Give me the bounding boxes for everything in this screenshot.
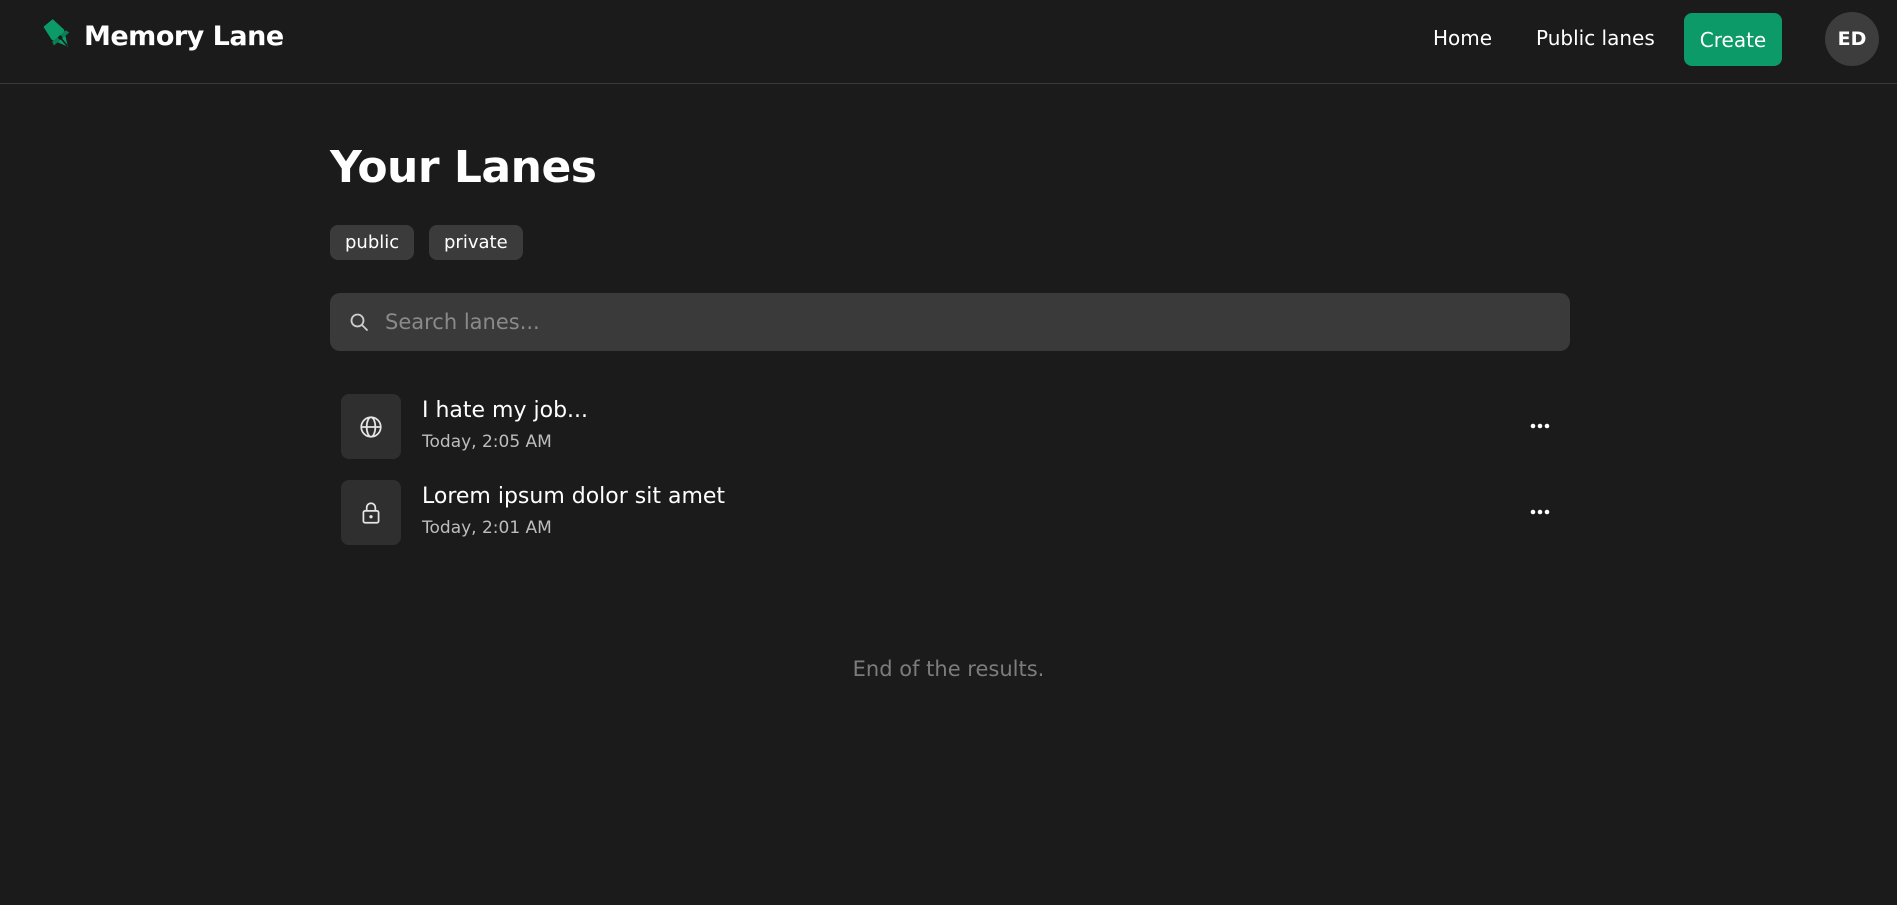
- lane-more-options-button[interactable]: [1520, 500, 1560, 524]
- lane-visibility-badge: [341, 480, 401, 545]
- lane-timestamp: Today, 2:01 AM: [422, 518, 552, 538]
- search-icon: [350, 313, 368, 331]
- lane-visibility-badge: [341, 394, 401, 459]
- top-navbar: Memory Lane Home Public lanes Create ED: [0, 0, 1897, 84]
- user-avatar[interactable]: ED: [1825, 12, 1879, 66]
- filter-chip-private[interactable]: private: [429, 225, 523, 260]
- search-bar: [330, 293, 1570, 351]
- nav-public-lanes-link[interactable]: Public lanes: [1536, 24, 1655, 52]
- lane-more-options-button[interactable]: [1520, 414, 1560, 438]
- filter-chip-public[interactable]: public: [330, 225, 415, 260]
- end-of-results-text: End of the results.: [852, 657, 1045, 681]
- brand-name: Memory Lane: [84, 20, 284, 52]
- create-button[interactable]: Create: [1684, 13, 1782, 66]
- lock-icon: [362, 501, 380, 524]
- page-title: Your Lanes: [330, 142, 597, 193]
- brand-logo-link[interactable]: Memory Lane: [40, 16, 284, 56]
- lane-list-item[interactable]: Lorem ipsum dolor sit amet Today, 2:01 A…: [330, 476, 1570, 550]
- search-input[interactable]: [385, 293, 1555, 351]
- lane-title: Lorem ipsum dolor sit amet: [422, 484, 726, 509]
- lane-title: I hate my job...: [422, 398, 589, 423]
- fountain-pen-icon: [43, 19, 70, 47]
- lane-list-item[interactable]: I hate my job... Today, 2:05 AM: [330, 390, 1570, 464]
- more-horizontal-icon: [1530, 423, 1550, 429]
- nav-home-link[interactable]: Home: [1433, 24, 1492, 52]
- globe-icon: [360, 415, 382, 438]
- lane-timestamp: Today, 2:05 AM: [422, 432, 552, 452]
- more-horizontal-icon: [1530, 509, 1550, 515]
